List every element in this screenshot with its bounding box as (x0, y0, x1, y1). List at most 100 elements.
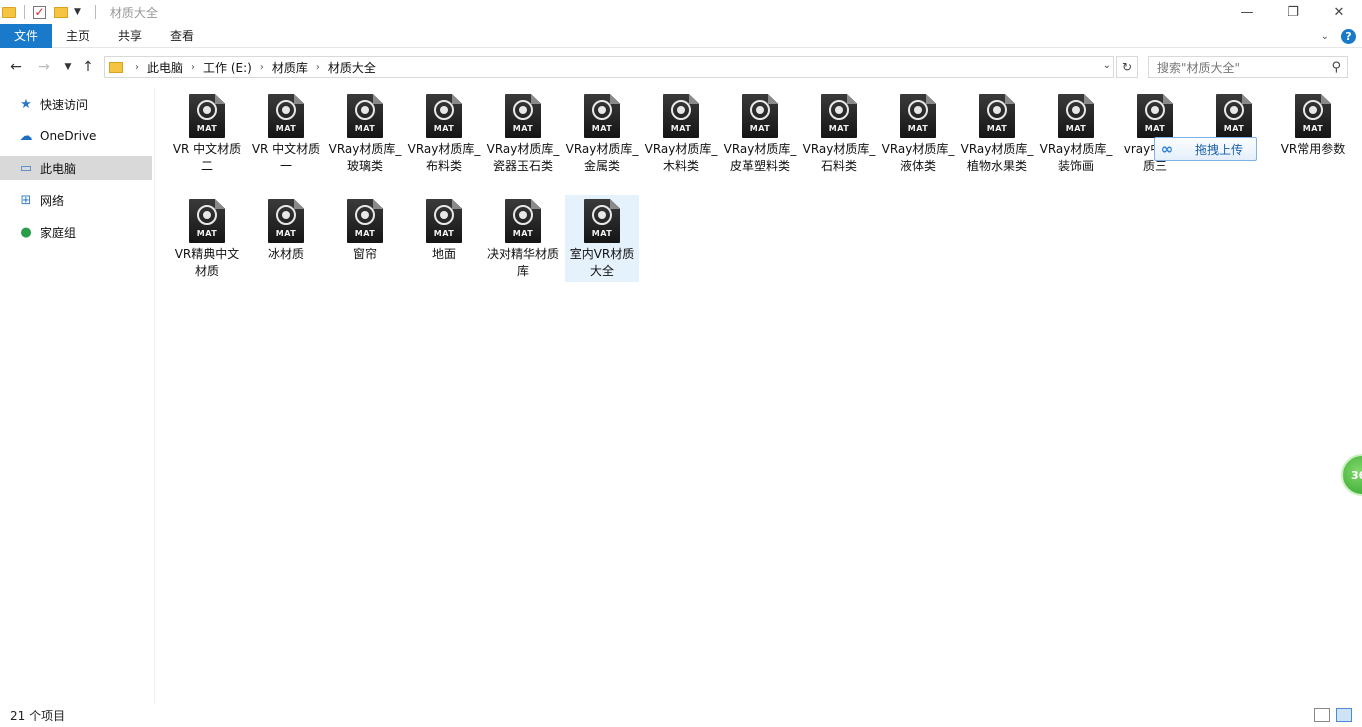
mat-file-tag: MAT (275, 229, 297, 238)
file-label: VRay材质库_皮革塑料类 (723, 142, 797, 173)
title-bar: ✓ ▼ 材质大全 — ❐ ✕ (0, 0, 1362, 24)
properties-icon[interactable]: ✓ (33, 5, 46, 19)
tab-view[interactable]: 查看 (156, 24, 208, 48)
ribbon-tabs: 文件 主页 共享 查看 ⌄ ? (0, 23, 1362, 48)
mat-file-icon: MAT (268, 94, 304, 138)
mat-file-icon: MAT (900, 94, 936, 138)
forward-icon[interactable]: → (34, 56, 54, 78)
mat-file-tag: MAT (591, 124, 613, 133)
mat-file-icon: MAT (1216, 94, 1252, 138)
mat-file-icon: MAT (347, 199, 383, 243)
mat-file-tag: MAT (670, 124, 692, 133)
new-folder-icon[interactable] (54, 6, 68, 18)
file-list: MAT VR 中文材质二 MAT VR 中文材质一 MAT VRay材质库_玻璃类 MAT V… (160, 88, 1360, 698)
file-item[interactable]: MAT VRay材质库_瓷器玉石类 (486, 90, 560, 177)
address-bar[interactable]: › 此电脑 › 工作 (E:) › 材质库 › 材质大全 ⌄ (104, 56, 1114, 78)
breadcrumb-current[interactable]: 材质大全 (324, 59, 380, 76)
file-item[interactable]: MAT VRay材质库_玻璃类 (328, 90, 402, 177)
file-item[interactable]: MAT VRay材质库_木料类 (644, 90, 718, 177)
up-icon[interactable]: ↑ (78, 56, 98, 78)
drag-upload-button[interactable]: ∞ 拖拽上传 (1154, 137, 1257, 161)
mat-file-tag: MAT (354, 229, 376, 238)
file-label: VRay材质库_液体类 (881, 142, 955, 173)
breadcrumb-drive[interactable]: 工作 (E:) (199, 59, 256, 76)
nav-item-quick-access[interactable]: ★ 快速访问 (0, 92, 152, 116)
mat-file-tag: MAT (196, 229, 218, 238)
file-item[interactable]: MAT VR 中文材质一 (249, 90, 323, 177)
file-label: VRay材质库_金属类 (565, 142, 639, 173)
close-button[interactable]: ✕ (1316, 0, 1362, 24)
nav-item-homegroup[interactable]: ● 家庭组 (0, 220, 152, 244)
chevron-right-icon[interactable]: › (312, 62, 324, 73)
mat-file-icon: MAT (821, 94, 857, 138)
mat-file-icon: MAT (347, 94, 383, 138)
mat-file-tag: MAT (828, 124, 850, 133)
tab-share[interactable]: 共享 (104, 24, 156, 48)
file-item[interactable]: MAT (1197, 90, 1271, 143)
homegroup-icon: ● (20, 224, 32, 240)
large-icons-view-icon[interactable] (1336, 708, 1352, 722)
file-item[interactable]: MAT VRay材质库_植物水果类 (960, 90, 1034, 177)
file-item[interactable]: MAT VRay材质库_金属类 (565, 90, 639, 177)
nav-item-label: OneDrive (40, 129, 97, 143)
file-item[interactable]: MAT 窗帘 (328, 195, 402, 265)
file-item[interactable]: MAT 地面 (407, 195, 481, 265)
mat-file-icon: MAT (426, 199, 462, 243)
file-item[interactable]: MAT 冰材质 (249, 195, 323, 265)
item-count: 21 个项目 (10, 709, 66, 723)
mat-file-tag: MAT (986, 124, 1008, 133)
file-item[interactable]: MAT 决对精华材质库 (486, 195, 560, 282)
nav-item-onedrive[interactable]: ☁ OneDrive (0, 124, 152, 148)
divider (94, 5, 96, 19)
chevron-down-icon[interactable]: ⌄ (1321, 31, 1329, 42)
recent-locations-icon[interactable]: ▼ (58, 56, 78, 78)
breadcrumb-this-pc[interactable]: 此电脑 (143, 59, 187, 76)
file-label: VR 中文材质一 (251, 142, 321, 173)
file-item[interactable]: MAT 室内VR材质大全 (565, 195, 639, 282)
nav-item-network[interactable]: ⊞ 网络 (0, 188, 152, 212)
back-icon[interactable]: ← (6, 56, 26, 78)
chevron-down-icon[interactable]: ⌄ (1103, 60, 1111, 71)
breadcrumb-material-library[interactable]: 材质库 (268, 59, 312, 76)
file-item[interactable]: MAT VR常用参数 (1276, 90, 1350, 160)
address-row: ← → ▼ ↑ › 此电脑 › 工作 (E:) › 材质库 › 材质大全 ⌄ ↻… (0, 54, 1362, 80)
nav-item-label: 网络 (40, 193, 65, 208)
file-item[interactable]: MAT VRay材质库_石料类 (802, 90, 876, 177)
help-icon[interactable]: ? (1341, 28, 1356, 44)
mat-file-icon: MAT (189, 94, 225, 138)
search-input[interactable]: 搜索"材质大全" ⚲ (1148, 56, 1348, 78)
file-item[interactable]: MAT VRay材质库_皮革塑料类 (723, 90, 797, 177)
minimize-button[interactable]: — (1224, 0, 1270, 24)
nav-item-label: 家庭组 (40, 225, 77, 240)
file-item[interactable]: MAT VR 中文材质二 (170, 90, 244, 177)
customize-toolbar-icon[interactable]: ▼ (74, 7, 81, 17)
file-label: VRay材质库_布料类 (407, 142, 481, 173)
file-item[interactable]: MAT VRay材质库_装饰画 (1039, 90, 1113, 177)
nav-item-this-pc[interactable]: ▭ 此电脑 (0, 156, 152, 180)
navigation-pane: ★ 快速访问 ☁ OneDrive ▭ 此电脑 ⊞ 网络 ● 家庭组 (0, 88, 155, 704)
file-item[interactable]: MAT VR精典中文材质 (170, 195, 244, 282)
computer-icon: ▭ (19, 160, 33, 176)
network-icon: ⊞ (20, 192, 32, 208)
chevron-right-icon[interactable]: › (187, 62, 199, 73)
search-icon[interactable]: ⚲ (1331, 60, 1341, 75)
file-item[interactable]: MATvray中文材质三 (1118, 90, 1192, 177)
tab-file[interactable]: 文件 (0, 23, 52, 48)
tab-home[interactable]: 主页 (52, 24, 104, 48)
file-label: VRay材质库_石料类 (802, 142, 876, 173)
chevron-right-icon[interactable]: › (256, 62, 268, 73)
mat-file-icon: MAT (742, 94, 778, 138)
mat-file-tag: MAT (1065, 124, 1087, 133)
file-item[interactable]: MAT VRay材质库_液体类 (881, 90, 955, 177)
mat-file-icon: MAT (268, 199, 304, 243)
nav-item-label: 快速访问 (40, 97, 89, 112)
mat-file-tag: MAT (196, 124, 218, 133)
chevron-right-icon[interactable]: › (131, 62, 143, 73)
quick-access-toolbar: ✓ ▼ (0, 0, 104, 24)
file-label: VR 中文材质二 (172, 142, 242, 173)
file-item[interactable]: MAT VRay材质库_布料类 (407, 90, 481, 177)
restore-button[interactable]: ❐ (1270, 0, 1316, 24)
file-label: VRay材质库_装饰画 (1039, 142, 1113, 173)
refresh-icon[interactable]: ↻ (1116, 56, 1138, 78)
details-view-icon[interactable] (1314, 708, 1330, 722)
